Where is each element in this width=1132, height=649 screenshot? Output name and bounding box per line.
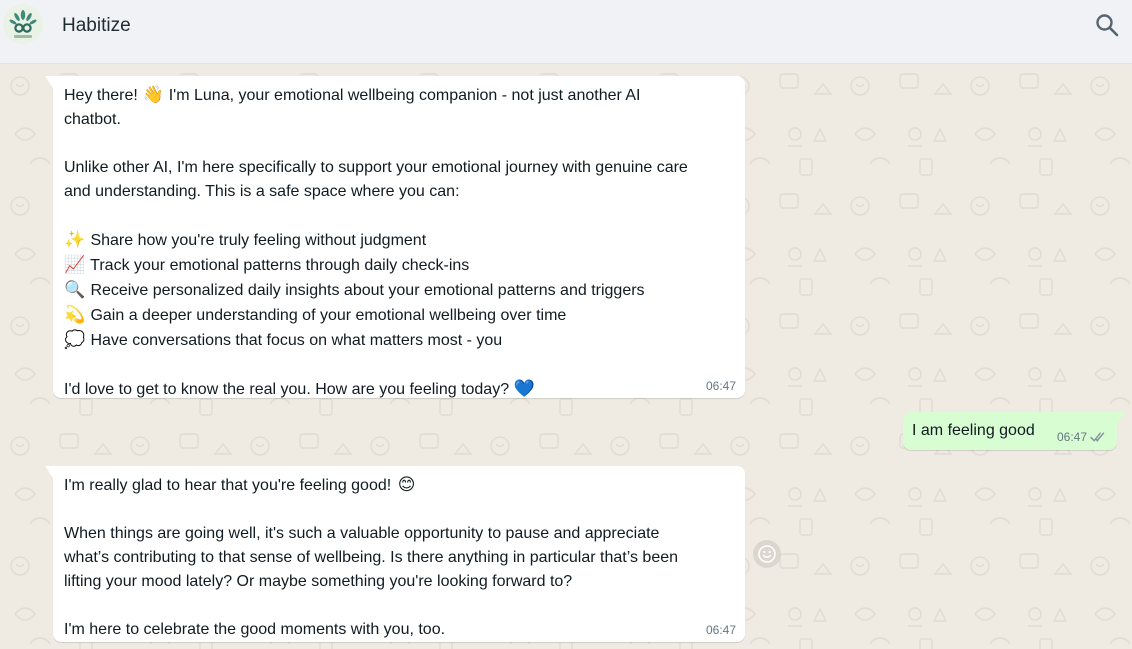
message-text: I'm really glad to hear that you're feel…: [64, 477, 392, 494]
message-line: chatbot.: [64, 111, 121, 128]
message-timestamp: 06:47: [1056, 430, 1087, 444]
list-item-text: Have conversations that focus on what ma…: [90, 332, 503, 349]
habitize-logo-icon: [3, 4, 43, 44]
message-timestamp: 06:47: [705, 379, 736, 393]
list-item: 🔍 Receive personalized daily insights ab…: [64, 278, 733, 303]
list-item: 💫 Gain a deeper understanding of your em…: [64, 303, 733, 328]
chat-header: Habitize: [0, 0, 1132, 64]
message-line: I'm here to celebrate the good moments w…: [64, 621, 446, 638]
message-text: Hey there!: [64, 87, 138, 104]
message-line: what’s contributing to that sense of wel…: [64, 549, 679, 566]
search-icon: [1096, 14, 1119, 37]
bubble-tail: [45, 76, 53, 88]
message-timestamp: 06:47: [705, 623, 736, 637]
message-text: I'd love to get to know the real you. Ho…: [64, 381, 510, 398]
waving-hand-icon: 👋: [142, 85, 164, 105]
bubble-tail: [1117, 412, 1125, 424]
avatar[interactable]: [3, 4, 43, 44]
message-line: lifting your mood lately? Or maybe somet…: [64, 573, 573, 590]
speech-balloon-icon: 💭: [64, 330, 86, 350]
message-line: I'd love to get to know the real you. Ho…: [64, 377, 733, 402]
double-check-read-icon: [1090, 432, 1105, 442]
search-button[interactable]: [1094, 12, 1120, 38]
list-item: ✨ Share how you're truly feeling without…: [64, 228, 733, 253]
message-text: I'm Luna, your emotional wellbeing compa…: [168, 87, 641, 104]
list-item-text: Gain a deeper understanding of your emot…: [90, 307, 567, 324]
incoming-message[interactable]: Hey there! 👋 I'm Luna, your emotional we…: [45, 76, 745, 399]
message-line: Hey there! 👋 I'm Luna, your emotional we…: [64, 83, 733, 108]
smiley-icon: [758, 545, 776, 563]
dizzy-icon: 💫: [64, 305, 86, 325]
chat-title: Habitize: [62, 15, 131, 36]
sparkles-icon: ✨: [64, 230, 86, 250]
list-item-text: Share how you're truly feeling without j…: [90, 232, 427, 249]
message-line: When things are going well, it's such a …: [64, 525, 660, 542]
message-line: and understanding. This is a safe space …: [64, 183, 460, 200]
message-line: I'm really glad to hear that you're feel…: [64, 473, 733, 498]
incoming-message[interactable]: I'm really glad to hear that you're feel…: [45, 466, 745, 642]
message-text: I am feeling good: [912, 422, 1035, 439]
blue-heart-icon: 💙: [513, 379, 535, 399]
bubble-tail: [45, 466, 53, 478]
list-item: 📈 Track your emotional patterns through …: [64, 253, 733, 278]
message-line: Unlike other AI, I'm here specifically t…: [64, 159, 688, 176]
list-item-text: Track your emotional patterns through da…: [90, 257, 470, 274]
outgoing-message[interactable]: I am feeling good 06:47: [903, 412, 1125, 450]
chat-area[interactable]: Hey there! 👋 I'm Luna, your emotional we…: [0, 64, 1132, 649]
reaction-button[interactable]: [753, 540, 781, 568]
smiling-face-icon: 😊: [397, 475, 416, 495]
list-item: 💭 Have conversations that focus on what …: [64, 328, 733, 353]
chart-increasing-icon: 📈: [64, 255, 86, 275]
list-item-text: Receive personalized daily insights abou…: [90, 282, 645, 299]
magnifier-icon: 🔍: [64, 280, 86, 300]
